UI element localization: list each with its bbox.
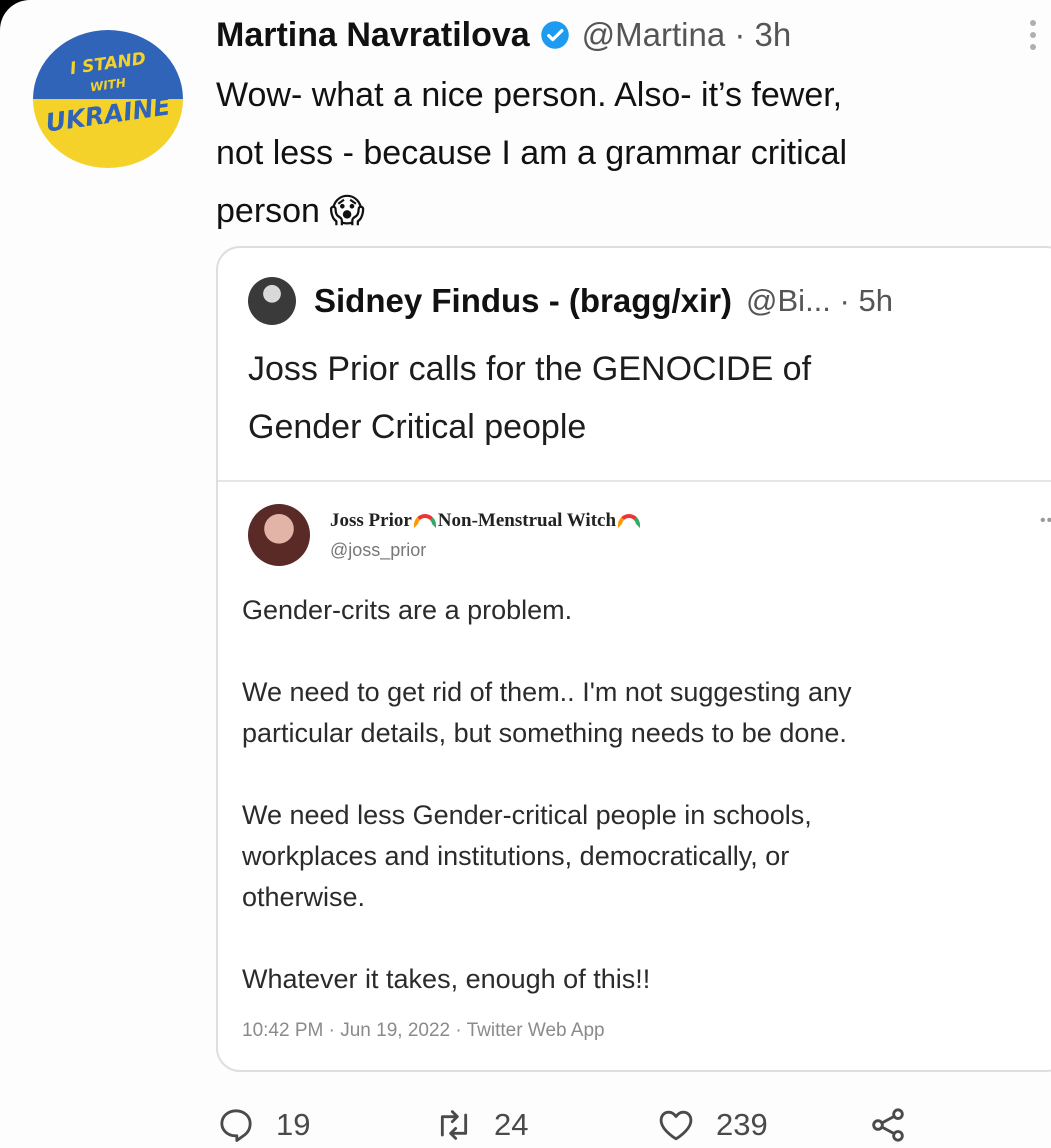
- embedded-author-handle: @joss_prior: [330, 540, 427, 560]
- embedded-author-name-row: Joss Prior Non-Menstrual Witch: [330, 510, 642, 532]
- share-button[interactable]: [868, 1105, 908, 1145]
- reply-icon: [220, 1109, 252, 1142]
- embedded-tweet-meta: 10:42 PM · Jun 19, 2022 · Twitter Web Ap…: [242, 1020, 605, 1041]
- embedded-more-icon: ••: [1040, 512, 1051, 529]
- share-icon: [872, 1108, 904, 1142]
- quoted-tweet-text: Joss Prior calls for the GENOCIDE of Gen…: [248, 350, 812, 446]
- embedded-author-avatar: [248, 504, 310, 566]
- tweet-header: Martina Navratilova @Martina · 3h: [216, 10, 791, 60]
- retweet-button[interactable]: 24: [434, 1105, 656, 1145]
- quoted-tweet-header: Sidney Findus - (bragg/xir) @Bi... · 5h: [248, 276, 893, 326]
- embedded-author-name: Joss Prior: [330, 510, 412, 531]
- reply-button[interactable]: 19: [216, 1105, 434, 1145]
- retweet-count: 24: [494, 1107, 529, 1142]
- action-bar: 19 24 239: [216, 1098, 908, 1148]
- reply-count: 19: [276, 1107, 311, 1142]
- like-button[interactable]: 239: [656, 1105, 868, 1145]
- divider: [218, 480, 1051, 482]
- like-count: 239: [716, 1107, 768, 1142]
- tweet-card: I STAND WITH UKRAINE Martina Navratilova…: [0, 0, 1051, 1148]
- retweet-icon: [440, 1110, 468, 1140]
- rainbow-icon: [618, 514, 641, 528]
- quoted-author-name[interactable]: Sidney Findus - (bragg/xir): [314, 282, 732, 320]
- verified-badge-icon: [540, 21, 569, 49]
- heart-icon: [659, 1110, 693, 1141]
- embedded-author-title: Non-Menstrual Witch: [437, 510, 617, 531]
- quoted-author-avatar[interactable]: [248, 277, 296, 325]
- quoted-author-handle[interactable]: @Bi... · 5h: [746, 283, 893, 319]
- quoted-tweet[interactable]: Sidney Findus - (bragg/xir) @Bi... · 5h …: [216, 246, 1051, 1072]
- rainbow-icon: [413, 514, 436, 528]
- author-name[interactable]: Martina Navratilova: [216, 16, 530, 55]
- embedded-tweet-text: Gender-crits are a problem. We need to g…: [242, 595, 852, 994]
- avatar[interactable]: I STAND WITH UKRAINE: [33, 30, 183, 168]
- tweet-text: Wow- what a nice person. Also- it’s fewe…: [216, 76, 848, 230]
- author-handle[interactable]: @Martina · 3h: [582, 16, 792, 54]
- more-options-icon[interactable]: [1030, 20, 1040, 60]
